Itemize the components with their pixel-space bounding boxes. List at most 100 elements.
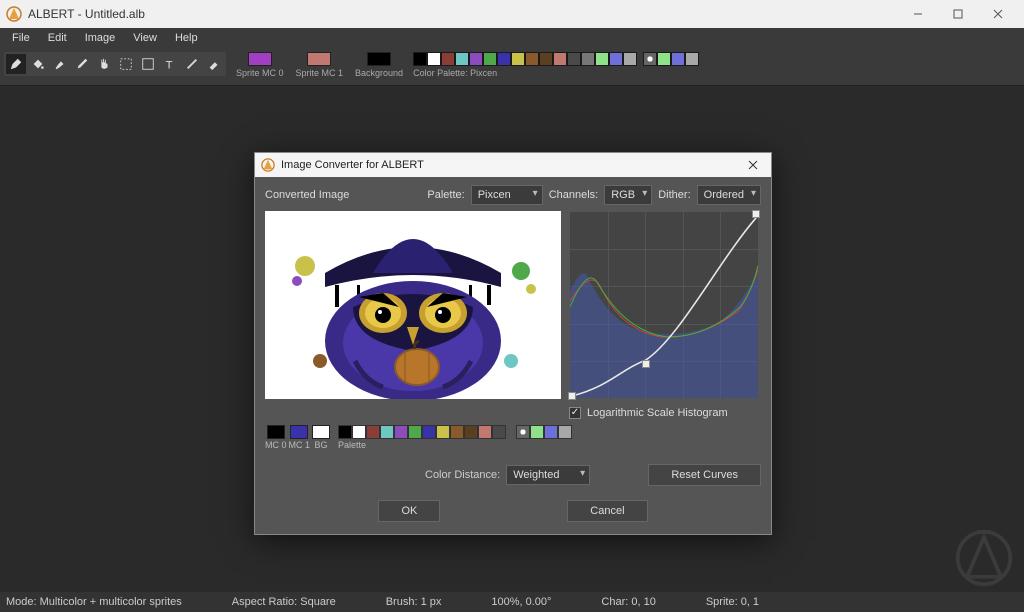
watermark-logo-icon — [954, 528, 1014, 588]
dlg-mc1-label: MC 1 — [289, 440, 311, 450]
curve-handle-top[interactable] — [752, 210, 760, 218]
close-button[interactable] — [978, 0, 1018, 28]
dlg-palette-cell[interactable] — [464, 425, 478, 439]
curve-handle-bottom[interactable] — [568, 392, 576, 400]
palette-cell[interactable] — [581, 52, 595, 66]
dither-select[interactable]: Ordered — [697, 185, 761, 205]
dlg-palette-cell[interactable] — [380, 425, 394, 439]
palette-row[interactable] — [413, 52, 637, 66]
brush-tool[interactable] — [50, 54, 70, 74]
palette-cell[interactable] — [595, 52, 609, 66]
menu-file[interactable]: File — [4, 30, 38, 46]
palette-cell[interactable] — [539, 52, 553, 66]
dlg-mc0-label: MC 0 — [265, 440, 287, 450]
minimize-button[interactable] — [898, 0, 938, 28]
tool-group: T — [4, 52, 226, 76]
palette-select[interactable]: Pixcen — [471, 185, 543, 205]
reset-curves-button[interactable]: Reset Curves — [648, 464, 761, 486]
statusbar: Mode: Multicolor + multicolor sprites As… — [0, 592, 1024, 612]
sprite-mc0-label: Sprite MC 0 — [236, 68, 284, 78]
color-distance-select[interactable]: Weighted — [506, 465, 590, 485]
palette-cell[interactable] — [413, 52, 427, 66]
dialog-titlebar[interactable]: Image Converter for ALBERT — [255, 153, 771, 177]
palette-cell[interactable] — [511, 52, 525, 66]
menubar: File Edit Image View Help — [0, 28, 1024, 48]
cancel-button[interactable]: Cancel — [567, 500, 647, 522]
bucket-tool[interactable] — [28, 54, 48, 74]
marquee-dotted-tool[interactable] — [116, 54, 136, 74]
palette-select-label: Palette: — [427, 189, 464, 201]
svg-text:T: T — [166, 59, 173, 71]
status-mode: Mode: Multicolor + multicolor sprites — [6, 596, 182, 608]
palette-cell[interactable] — [553, 52, 567, 66]
dlg-palette-strip[interactable] — [338, 425, 506, 439]
palette-label: Color Palette: Pixcen — [413, 68, 637, 78]
pencil-tool[interactable] — [6, 54, 26, 74]
palette-cell[interactable] — [567, 52, 581, 66]
dlg-palette-cell[interactable] — [408, 425, 422, 439]
log-histogram-label: Logarithmic Scale Histogram — [587, 407, 728, 419]
dither-select-label: Dither: — [658, 189, 690, 201]
palette-cell[interactable] — [427, 52, 441, 66]
status-aspect: Aspect Ratio: Square — [232, 596, 336, 608]
palette-cell[interactable] — [623, 52, 637, 66]
dlg-palette-cell[interactable] — [352, 425, 366, 439]
status-brush: Brush: 1 px — [386, 596, 442, 608]
dialog-close-button[interactable] — [741, 160, 765, 170]
dlg-bg-swatch[interactable] — [312, 425, 330, 439]
sprite-mc1-swatch[interactable] — [307, 52, 331, 66]
dialog-title: Image Converter for ALBERT — [281, 159, 424, 171]
dlg-palette-cell[interactable] — [394, 425, 408, 439]
channels-select[interactable]: RGB — [604, 185, 652, 205]
marquee-tool[interactable] — [138, 54, 158, 74]
dlg-palette-cell[interactable] — [436, 425, 450, 439]
background-swatch[interactable] — [367, 52, 391, 66]
histogram[interactable] — [569, 211, 759, 399]
eraser-tool[interactable] — [204, 54, 224, 74]
app-logo-icon — [6, 6, 22, 22]
dlg-palette-alt-strip[interactable] — [516, 425, 572, 439]
curve-handle-mid[interactable] — [642, 360, 650, 368]
menu-edit[interactable]: Edit — [40, 30, 75, 46]
palette-cell[interactable] — [469, 52, 483, 66]
palette-cell[interactable] — [441, 52, 455, 66]
menu-view[interactable]: View — [125, 30, 165, 46]
menu-help[interactable]: Help — [167, 30, 206, 46]
text-tool[interactable]: T — [160, 54, 180, 74]
palette-cell[interactable] — [455, 52, 469, 66]
dlg-mc1-swatch[interactable] — [290, 425, 308, 439]
dialog-logo-icon — [261, 158, 275, 172]
converted-image-label: Converted Image — [265, 189, 349, 201]
dlg-palette-label: Palette — [338, 440, 506, 450]
line-tool[interactable] — [182, 54, 202, 74]
dlg-palette-cell[interactable] — [422, 425, 436, 439]
palette-cell[interactable] — [609, 52, 623, 66]
color-distance-label: Color Distance: — [425, 469, 500, 481]
eyedropper-tool[interactable] — [72, 54, 92, 74]
dlg-palette-cell[interactable] — [478, 425, 492, 439]
log-histogram-checkbox[interactable]: ✓ — [569, 407, 581, 419]
ok-button[interactable]: OK — [378, 500, 440, 522]
palette-cell[interactable] — [497, 52, 511, 66]
dlg-palette-cell[interactable] — [366, 425, 380, 439]
palette-cell[interactable] — [483, 52, 497, 66]
sprite-mc1-label: Sprite MC 1 — [296, 68, 344, 78]
dlg-palette-cell[interactable] — [492, 425, 506, 439]
sprite-mc0-swatch[interactable] — [248, 52, 272, 66]
window-titlebar: ALBERT - Untitled.alb — [0, 0, 1024, 28]
status-zoom: 100%, 0.00° — [491, 596, 551, 608]
palette-cell[interactable] — [525, 52, 539, 66]
menu-image[interactable]: Image — [77, 30, 124, 46]
hand-tool[interactable] — [94, 54, 114, 74]
channels-select-label: Channels: — [549, 189, 599, 201]
palette-alt-row[interactable] — [643, 52, 699, 66]
dlg-palette-cell[interactable] — [450, 425, 464, 439]
dlg-palette-cell[interactable] — [338, 425, 352, 439]
converted-image-preview — [265, 211, 561, 399]
status-sprite: Sprite: 0, 1 — [706, 596, 759, 608]
dlg-mc0-swatch[interactable] — [267, 425, 285, 439]
maximize-button[interactable] — [938, 0, 978, 28]
status-char: Char: 0, 10 — [601, 596, 655, 608]
background-label: Background — [355, 68, 403, 78]
dlg-bg-label: BG — [315, 440, 328, 450]
